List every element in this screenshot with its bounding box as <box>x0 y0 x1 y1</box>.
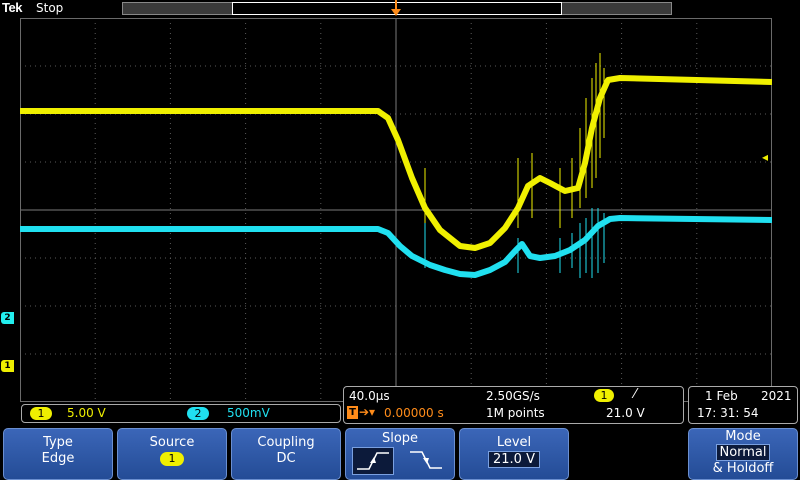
channel-1-ground-marker[interactable]: 1 <box>1 360 14 372</box>
coupling-value: DC <box>276 451 296 466</box>
mode-value: Normal <box>716 444 770 461</box>
coupling-button[interactable]: Coupling DC <box>231 428 341 480</box>
mode-button[interactable]: Mode Normal & Holdoff <box>688 428 798 480</box>
type-button[interactable]: Type Edge <box>3 428 113 480</box>
level-value: 21.0 V <box>488 451 540 468</box>
horizontal-scale: 40.0µs <box>349 389 390 403</box>
slope-button[interactable]: Slope <box>345 428 455 480</box>
channel-1-badge[interactable]: 1 <box>30 407 52 420</box>
rising-slope-icon[interactable] <box>352 447 394 475</box>
record-length: 1M points <box>486 406 545 420</box>
type-value: Edge <box>41 451 75 466</box>
source-button[interactable]: Source 1 <box>117 428 227 480</box>
sample-rate: 2.50GS/s <box>486 389 540 403</box>
brand-logo: Tek <box>2 0 22 15</box>
channel-1-scale: 5.00 V <box>67 406 106 420</box>
channel-readout-bar: 1 5.00 V 2 500mV <box>21 404 341 423</box>
source-label: Source <box>149 435 195 450</box>
channel-2-scale: 500mV <box>227 406 270 420</box>
trigger-source-badge: 1 <box>594 389 614 402</box>
acquisition-readout: 40.0µs 2.50GS/s 1 ⁄ T ➔▾ 0.00000 s 1M po… <box>343 386 684 424</box>
trigger-delay-icon: T <box>347 406 358 419</box>
date-time-readout: 1 Feb 2021 17: 31: 54 <box>688 386 798 424</box>
year: 2021 <box>761 389 792 403</box>
rising-edge-icon: ⁄ <box>634 387 637 402</box>
trigger-level-readout: 21.0 V <box>606 406 645 420</box>
falling-slope-icon[interactable] <box>406 447 446 473</box>
arrow-icon: ➔▾ <box>359 405 376 419</box>
channel-2-badge[interactable]: 2 <box>187 407 209 420</box>
trigger-level-arrow[interactable]: ◂ <box>762 150 768 164</box>
run-state: Stop <box>36 1 64 15</box>
time: 17: 31: 54 <box>697 406 759 420</box>
channel-2-ground-marker[interactable]: 2 <box>1 312 14 324</box>
date: 1 Feb <box>705 389 738 403</box>
source-value: 1 <box>160 452 184 466</box>
trigger-delay: 0.00000 s <box>384 406 444 420</box>
type-label: Type <box>43 435 73 450</box>
mode-holdoff: & Holdoff <box>712 461 774 476</box>
level-button[interactable]: Level 21.0 V <box>459 428 569 480</box>
mode-label: Mode <box>725 429 761 444</box>
coupling-label: Coupling <box>257 435 315 450</box>
slope-label: Slope <box>381 431 419 446</box>
level-label: Level <box>496 435 532 450</box>
waveform-display[interactable] <box>20 18 772 402</box>
